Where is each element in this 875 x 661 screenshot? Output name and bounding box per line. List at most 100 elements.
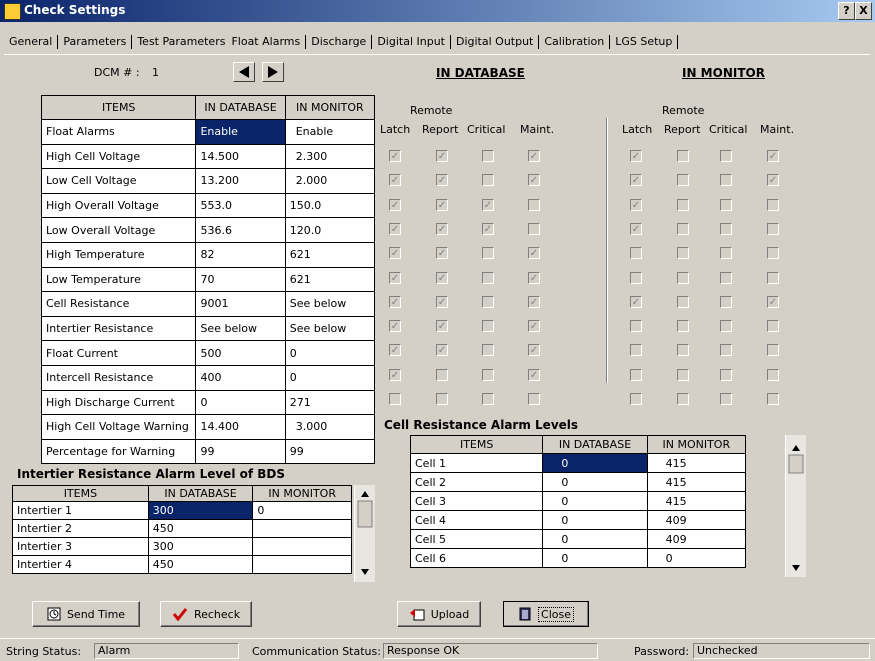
mon-maint-checkbox[interactable]: ✓ (767, 174, 779, 187)
mon-report-checkbox[interactable] (677, 150, 689, 162)
db-report-checkbox[interactable]: ✓ (436, 150, 448, 162)
cell-mon-cell[interactable]: 415 (646, 491, 747, 511)
mon-latch-checkbox[interactable] (630, 344, 642, 357)
intertier-db-cell[interactable]: 300 (147, 537, 254, 556)
tab-digital-output[interactable]: Digital Output (453, 33, 536, 50)
db-maint-checkbox[interactable]: ✓ (528, 150, 540, 162)
in-database-cell[interactable]: 82 (195, 241, 286, 268)
intertier-mon-cell[interactable] (252, 537, 352, 556)
mon-latch-checkbox[interactable]: ✓ (630, 198, 642, 211)
mon-report-checkbox[interactable] (677, 174, 689, 187)
help-button[interactable]: ? (838, 2, 855, 20)
in-database-cell[interactable]: 14.400 (195, 414, 286, 440)
in-database-cell[interactable]: 0 (195, 389, 286, 416)
tab-digital-input[interactable]: Digital Input (374, 33, 448, 50)
db-critical-checkbox[interactable]: ✓ (482, 222, 494, 235)
db-critical-checkbox[interactable] (482, 368, 494, 381)
in-database-cell[interactable]: 13.200 (195, 168, 286, 194)
mon-report-checkbox[interactable] (677, 393, 689, 405)
intertier-db-cell[interactable]: 450 (147, 555, 254, 574)
in-database-cell[interactable]: 536.6 (195, 217, 286, 243)
db-report-checkbox[interactable]: ✓ (436, 174, 448, 187)
db-critical-checkbox[interactable] (482, 174, 494, 187)
mon-critical-checkbox[interactable] (720, 174, 732, 187)
in-database-cell[interactable]: 500 (195, 340, 286, 366)
mon-critical-checkbox[interactable] (720, 271, 732, 284)
mon-report-checkbox[interactable] (677, 368, 689, 381)
intertier-db-cell[interactable]: 300 (147, 501, 254, 520)
mon-maint-checkbox[interactable] (767, 271, 779, 284)
intertier-mon-cell[interactable] (252, 555, 352, 574)
cell-db-cell[interactable]: 0 (542, 472, 648, 492)
db-maint-checkbox[interactable]: ✓ (528, 271, 540, 284)
tab-parameters[interactable]: Parameters (60, 33, 129, 50)
mon-critical-checkbox[interactable] (720, 320, 732, 333)
cell-db-cell[interactable]: 0 (542, 510, 648, 530)
db-critical-checkbox[interactable] (482, 150, 494, 162)
tab-float-alarms[interactable]: Float Alarms (228, 33, 304, 50)
mon-latch-checkbox[interactable]: ✓ (630, 150, 642, 162)
db-critical-checkbox[interactable]: ✓ (482, 198, 494, 211)
db-report-checkbox[interactable] (436, 368, 448, 381)
db-critical-checkbox[interactable] (482, 320, 494, 333)
db-maint-checkbox[interactable]: ✓ (528, 295, 540, 308)
mon-critical-checkbox[interactable] (720, 344, 732, 357)
cell-db-cell[interactable]: 0 (542, 548, 648, 568)
mon-maint-checkbox[interactable] (767, 368, 779, 381)
db-latch-checkbox[interactable]: ✓ (389, 247, 401, 260)
mon-latch-checkbox[interactable]: ✓ (630, 295, 642, 308)
db-latch-checkbox[interactable]: ✓ (389, 320, 401, 333)
close-window-button[interactable]: X (855, 2, 872, 20)
cell-db-cell[interactable]: 0 (542, 529, 648, 549)
db-report-checkbox[interactable] (436, 393, 448, 405)
db-report-checkbox[interactable]: ✓ (436, 344, 448, 357)
db-critical-checkbox[interactable] (482, 271, 494, 284)
db-critical-checkbox[interactable] (482, 247, 494, 260)
mon-report-checkbox[interactable] (677, 247, 689, 260)
mon-critical-checkbox[interactable] (720, 368, 732, 381)
mon-critical-checkbox[interactable] (720, 222, 732, 235)
db-maint-checkbox[interactable]: ✓ (528, 174, 540, 187)
db-latch-checkbox[interactable]: ✓ (389, 344, 401, 357)
mon-critical-checkbox[interactable] (720, 295, 732, 308)
intertier-mon-cell[interactable]: 0 (252, 501, 352, 520)
db-maint-checkbox[interactable]: ✓ (528, 247, 540, 260)
upload-button[interactable]: Upload (397, 601, 481, 627)
close-button[interactable]: Close (503, 601, 589, 627)
cell-mon-cell[interactable]: 409 (646, 510, 747, 530)
db-report-checkbox[interactable]: ✓ (436, 198, 448, 211)
mon-maint-checkbox[interactable] (767, 247, 779, 260)
mon-latch-checkbox[interactable] (630, 393, 642, 405)
in-database-cell[interactable]: 553.0 (195, 192, 286, 219)
mon-latch-checkbox[interactable] (630, 320, 642, 333)
in-database-cell[interactable]: 400 (195, 364, 286, 391)
mon-latch-checkbox[interactable]: ✓ (630, 222, 642, 235)
mon-report-checkbox[interactable] (677, 271, 689, 284)
db-latch-checkbox[interactable] (389, 393, 401, 405)
mon-report-checkbox[interactable] (677, 344, 689, 357)
cell-db-cell[interactable]: 0 (542, 453, 648, 473)
cell-mon-cell[interactable]: 415 (646, 472, 747, 492)
in-database-cell[interactable]: See below (195, 315, 286, 342)
mon-latch-checkbox[interactable] (630, 368, 642, 381)
db-maint-checkbox[interactable]: ✓ (528, 368, 540, 381)
cell-db-cell[interactable]: 0 (542, 491, 648, 511)
mon-report-checkbox[interactable] (677, 222, 689, 235)
db-latch-checkbox[interactable]: ✓ (389, 222, 401, 235)
db-latch-checkbox[interactable]: ✓ (389, 295, 401, 308)
db-report-checkbox[interactable]: ✓ (436, 271, 448, 284)
mon-maint-checkbox[interactable]: ✓ (767, 295, 779, 308)
db-critical-checkbox[interactable] (482, 344, 494, 357)
db-maint-checkbox[interactable]: ✓ (528, 344, 540, 357)
mon-maint-checkbox[interactable] (767, 222, 779, 235)
mon-maint-checkbox[interactable]: ✓ (767, 150, 779, 162)
next-dcm-button[interactable] (262, 62, 284, 82)
db-maint-checkbox[interactable] (528, 198, 540, 211)
in-database-cell[interactable]: 9001 (195, 291, 286, 317)
cell-mon-cell[interactable]: 409 (646, 529, 747, 549)
tab-calibration[interactable]: Calibration (541, 33, 607, 50)
db-latch-checkbox[interactable]: ✓ (389, 368, 401, 381)
db-latch-checkbox[interactable]: ✓ (389, 198, 401, 211)
intertier-mon-cell[interactable] (252, 519, 352, 538)
db-latch-checkbox[interactable]: ✓ (389, 174, 401, 187)
